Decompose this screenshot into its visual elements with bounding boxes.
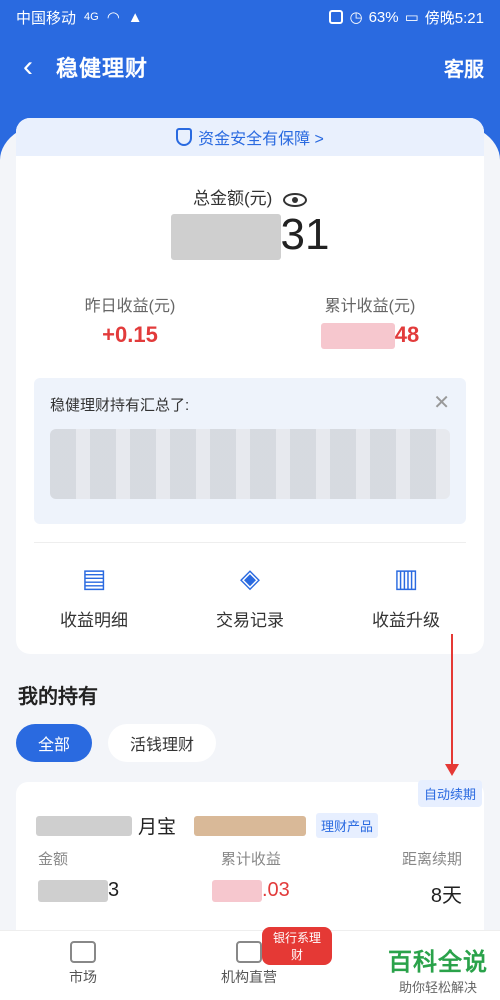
time: 傍晚5:21	[424, 9, 484, 27]
product-card[interactable]: 自动续期 月宝 理财产品 金额 3 累计收益 .03 距离续期 8天	[16, 780, 484, 942]
renew-label: 距离续期	[401, 851, 462, 868]
masked-name	[36, 815, 132, 836]
hd-icon	[329, 10, 344, 24]
total-label-text: 总金额(元)	[192, 189, 273, 208]
eye-icon[interactable]	[283, 192, 308, 207]
amount-suffix: 3	[108, 879, 120, 901]
product-cumulative-label: 累计收益	[220, 851, 281, 868]
market-icon	[70, 941, 96, 963]
cumulative-suffix: 48	[394, 322, 420, 347]
auto-renew-badge: 自动续期	[417, 780, 482, 807]
safety-text: 资金安全有保障 >	[198, 131, 324, 148]
product-name: 月宝 理财产品	[36, 812, 379, 839]
amount-value: 3	[38, 879, 119, 902]
income-detail-button[interactable]: ▤ 收益明细	[16, 558, 172, 631]
chart-icon: ▥	[393, 563, 419, 593]
bank-icon	[236, 941, 262, 963]
cumulative-value: 48	[270, 322, 470, 350]
bank-finance-badge: 银行系理财	[262, 927, 332, 965]
alarm-icon: ◷	[349, 9, 363, 26]
masked-digits	[38, 879, 108, 902]
divider	[34, 542, 466, 543]
customer-service-button[interactable]: 客服	[444, 53, 484, 82]
income-upgrade-button[interactable]: ▥ 收益升级	[328, 558, 484, 631]
action-label: 收益升级	[372, 611, 440, 630]
watermark-title: 百科全说	[388, 949, 488, 976]
masked-digits	[212, 879, 262, 902]
nav-market[interactable]: 市场	[0, 931, 166, 1000]
renew-value: 8天	[430, 885, 462, 907]
carrier: 中国移动	[16, 9, 77, 27]
summary-title: 稳健理财持有汇总了:	[50, 397, 190, 414]
cumulative-earnings: 累计收益(元) 48	[270, 292, 470, 350]
masked-digits	[320, 323, 395, 350]
amount-label: 金额	[38, 851, 69, 868]
chip-all[interactable]: 全部	[16, 724, 93, 762]
battery-percent: 63%	[368, 8, 399, 26]
masked-tag	[194, 815, 307, 836]
yesterday-label: 昨日收益(元)	[84, 298, 176, 315]
my-holdings-title: 我的持有	[18, 686, 98, 708]
product-tag: 理财产品	[316, 813, 379, 838]
chevron-left-icon[interactable]: ‹	[0, 34, 56, 100]
action-label: 交易记录	[216, 611, 284, 630]
cumulative-column: 累计收益 .03	[212, 848, 290, 902]
holdings-summary-panel: 稳健理财持有汇总了: ✕	[34, 378, 466, 524]
shield-icon	[176, 128, 193, 146]
status-bar: 中国移动 4G ◠ ▲ ◷ 63% ▭ 傍晚5:21	[0, 0, 500, 34]
product-cumulative-suffix: .03	[262, 879, 290, 901]
nav-label: 机构直营	[221, 969, 277, 985]
watermark: 百科全说 助你轻松解决	[388, 942, 488, 996]
nav-label: 市场	[69, 969, 97, 985]
watermark-subtitle: 助你轻松解决	[398, 980, 477, 995]
yesterday-earnings: 昨日收益(元) +0.15	[30, 292, 230, 348]
total-amount-label: 总金额(元)	[16, 184, 484, 209]
yesterday-value: +0.15	[102, 322, 158, 347]
action-label: 收益明细	[60, 611, 128, 630]
masked-digits	[170, 214, 281, 261]
record-icon: ◈	[240, 563, 260, 593]
cumulative-label: 累计收益(元)	[324, 298, 416, 315]
page-title: 稳健理财	[56, 56, 149, 81]
summary-card: 资金安全有保障 > 总金额(元) 31 昨日收益(元) +0.15 累计收益(元…	[16, 118, 484, 654]
chip-liquid-finance[interactable]: 活钱理财	[108, 724, 217, 762]
document-icon: ▤	[81, 563, 107, 593]
blurred-content	[50, 429, 450, 499]
battery-icon: ▭	[404, 9, 419, 26]
annotation-arrow	[445, 634, 459, 776]
product-cumulative-value: .03	[212, 879, 290, 902]
renew-column: 距离续期 8天	[402, 848, 462, 908]
amount-column: 金额 3	[38, 848, 119, 902]
app-header: ‹ 稳健理财 客服	[0, 34, 500, 100]
total-amount-suffix: 31	[280, 210, 330, 259]
filter-chips: 全部 活钱理财	[16, 724, 217, 762]
product-name-suffix: 月宝	[138, 817, 177, 838]
nav-institution-direct[interactable]: 银行系理财 机构直营	[166, 927, 332, 1000]
safety-banner[interactable]: 资金安全有保障 >	[16, 118, 484, 156]
transaction-record-button[interactable]: ◈ 交易记录	[172, 558, 328, 631]
wifi-icon: ◠	[106, 9, 120, 26]
close-icon[interactable]: ✕	[433, 390, 450, 415]
notification-icon: ▲	[127, 8, 143, 26]
signal-type: 4G	[84, 11, 99, 23]
total-amount-value: 31	[16, 210, 484, 261]
action-row: ▤ 收益明细 ◈ 交易记录 ▥ 收益升级	[16, 558, 484, 631]
